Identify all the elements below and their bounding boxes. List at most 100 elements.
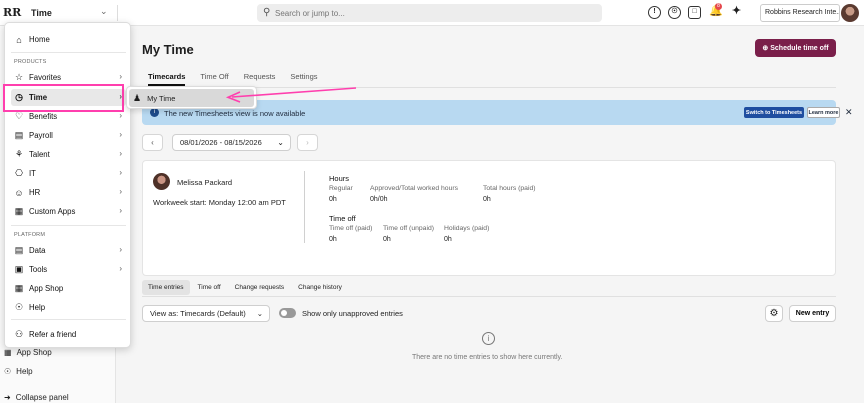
time-submenu: ♟ My Time: [126, 86, 257, 109]
menu-item-payroll[interactable]: ▤ Payroll ›: [11, 127, 126, 144]
schedule-time-off-button[interactable]: ⊕ Schedule time off: [755, 39, 836, 57]
menu-item-label: Custom Apps: [29, 207, 76, 216]
apps-icon: ▦: [14, 206, 24, 216]
accessibility-icon[interactable]: ☉: [668, 6, 681, 19]
notification-badge: 8: [715, 3, 722, 10]
regular-label: Regular: [329, 185, 353, 192]
app-switcher-menu: ⌂ Home PRODUCTS ☆ Favorites › ◷ Time › ♡…: [4, 22, 131, 348]
time-off-paid-label: Time off (paid): [329, 225, 373, 232]
toolbox-icon: ▣: [14, 264, 24, 274]
menu-item-talent[interactable]: ⚘ Talent ›: [11, 146, 126, 163]
tab-change-requests[interactable]: Change requests: [229, 280, 291, 295]
menu-item-label: Talent: [29, 150, 50, 159]
user-avatar[interactable]: [841, 4, 859, 22]
sparkle-icon[interactable]: ✦: [730, 6, 743, 19]
search-input[interactable]: [275, 6, 595, 20]
tab-time-entries[interactable]: Time entries: [142, 280, 190, 295]
menu-item-home[interactable]: ⌂ Home: [11, 31, 126, 48]
date-range-value: 08/01/2026 - 08/15/2026: [180, 138, 262, 147]
tab-timecards[interactable]: Timecards: [148, 72, 186, 86]
gear-icon[interactable]: ⚙: [765, 305, 783, 322]
learn-more-button[interactable]: Learn more: [807, 107, 840, 118]
menu-item-data[interactable]: ▤ Data ›: [11, 242, 126, 259]
rippling-logo[interactable]: RR: [3, 6, 21, 20]
holidays-value: 0h: [444, 236, 452, 243]
company-switcher[interactable]: Robbins Research Inte...: [760, 4, 840, 22]
products-heading: PRODUCTS: [14, 59, 47, 65]
timecard-summary-card: Melissa Packard Workweek start: Monday 1…: [142, 160, 836, 276]
pin-icon: ➜: [4, 393, 11, 402]
time-off-title: Time off: [329, 214, 356, 223]
submenu-item-label: My Time: [147, 93, 176, 103]
tab-settings[interactable]: Settings: [290, 72, 317, 86]
unapproved-toggle[interactable]: [279, 308, 296, 318]
banner-message: The new Timesheets view is now available: [164, 109, 306, 118]
star-icon: ☆: [14, 72, 24, 82]
menu-item-help[interactable]: ☉ Help: [11, 299, 126, 316]
close-icon[interactable]: ✕: [845, 107, 853, 118]
menu-item-label: Home: [29, 35, 50, 44]
menu-item-label: IT: [29, 169, 36, 178]
chevron-down-icon[interactable]: ⌄: [100, 6, 108, 17]
new-entry-button[interactable]: New entry: [789, 305, 836, 322]
menu-item-refer[interactable]: ⚇ Refer a friend: [11, 326, 126, 343]
chevron-right-icon: ›: [119, 111, 122, 120]
grid-icon: ▦: [4, 348, 12, 357]
tab-time-off[interactable]: Time Off: [200, 72, 228, 86]
time-off-unpaid-value: 0h: [383, 236, 391, 243]
menu-item-custom-apps[interactable]: ▦ Custom Apps ›: [11, 203, 126, 220]
empty-state-message: There are no time entries to show here c…: [412, 354, 563, 361]
view-as-select[interactable]: View as: Timecards (Default) ⌄: [142, 305, 270, 322]
tab-change-history[interactable]: Change history: [292, 280, 348, 295]
tab-requests[interactable]: Requests: [244, 72, 276, 86]
switch-to-timesheets-button[interactable]: Switch to Timesheets: [744, 107, 804, 118]
sidebar-item-label: Collapse panel: [15, 393, 69, 402]
menu-item-tools[interactable]: ▣ Tools ›: [11, 261, 126, 278]
button-label: Schedule time off: [770, 45, 829, 52]
total-value: 0h: [483, 196, 491, 203]
menu-item-label: HR: [29, 188, 41, 197]
chevron-right-icon: ›: [119, 72, 122, 81]
menu-item-label: Data: [29, 246, 46, 255]
menu-item-app-shop[interactable]: ▦ App Shop: [11, 280, 126, 297]
total-label: Total hours (paid): [483, 185, 536, 192]
sidebar-item-app-shop[interactable]: ▦ App Shop: [4, 348, 52, 357]
divider: [304, 171, 305, 243]
laptop-icon: ⎔: [15, 168, 23, 178]
grid-icon: ▦: [14, 283, 24, 293]
menu-item-it[interactable]: ⎔ IT ›: [11, 165, 126, 182]
menu-item-label: Favorites: [29, 73, 62, 82]
chevron-down-icon: ⌄: [256, 309, 263, 318]
payroll-icon: ▤: [14, 130, 24, 140]
sidebar-item-label: App Shop: [16, 348, 52, 357]
date-range-select[interactable]: 08/01/2026 - 08/15/2026 ⌄: [172, 134, 291, 151]
help-circle-icon: ☉: [14, 302, 24, 312]
help-icon[interactable]: !: [648, 6, 661, 19]
approved-value: 0h/0h: [370, 196, 388, 203]
time-off-unpaid-label: Time off (unpaid): [383, 225, 434, 232]
menu-item-label: Help: [29, 303, 46, 312]
menu-item-label: App Shop: [29, 284, 64, 293]
approved-label: Approved/Total worked hours: [370, 185, 459, 192]
submenu-item-my-time[interactable]: ♟ My Time: [129, 89, 254, 107]
menu-item-label: Payroll: [29, 131, 53, 140]
collapse-panel-button[interactable]: ➜ Collapse panel: [4, 393, 69, 402]
gift-icon: ⚇: [14, 329, 24, 339]
menu-item-label: Refer a friend: [29, 330, 77, 339]
main-content: My Time ⊕ Schedule time off Timecards Ti…: [116, 26, 864, 403]
divider: [11, 52, 126, 53]
sidebar-item-help[interactable]: ☉ Help: [4, 367, 33, 376]
holidays-label: Holidays (paid): [444, 225, 490, 232]
menu-item-hr[interactable]: ☺ HR ›: [11, 184, 126, 201]
workweek-start: Workweek start: Monday 12:00 am PDT: [153, 198, 286, 207]
info-icon: i: [150, 108, 159, 117]
tab-time-off-entries[interactable]: Time off: [192, 280, 227, 295]
prev-period-button[interactable]: ‹: [142, 134, 163, 151]
sidebar-item-label: Help: [16, 367, 33, 376]
app-title[interactable]: Time: [31, 8, 52, 18]
page-tabs: Timecards Time Off Requests Settings: [148, 72, 318, 86]
search-bar[interactable]: ⚲: [257, 4, 602, 22]
divider: [11, 225, 126, 226]
clipboard-icon[interactable]: □: [688, 6, 701, 19]
next-period-button[interactable]: ›: [297, 134, 318, 151]
